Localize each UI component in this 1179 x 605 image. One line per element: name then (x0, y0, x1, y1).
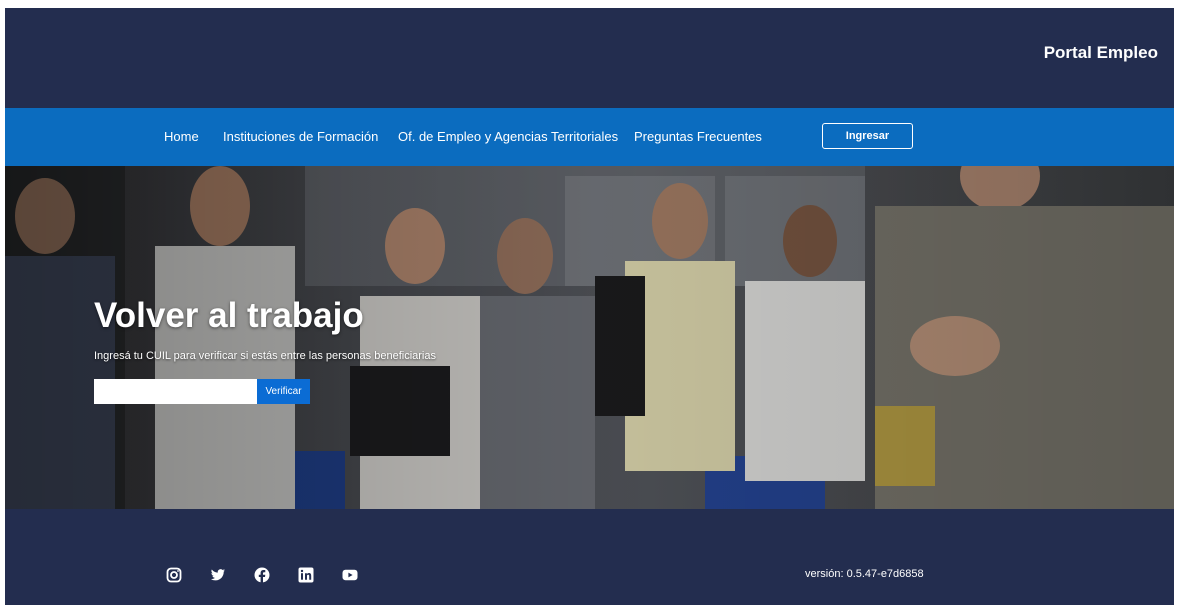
hero-subtitle: Ingresá tu CUIL para verificar si estás … (94, 350, 436, 362)
cuil-input[interactable] (94, 379, 257, 404)
verify-button[interactable]: Verificar (257, 379, 310, 404)
nav-home[interactable]: Home (164, 129, 199, 144)
twitter-icon[interactable] (210, 567, 226, 583)
nav-instituciones[interactable]: Instituciones de Formación (223, 129, 378, 144)
linkedin-icon[interactable] (298, 567, 314, 583)
brand-title[interactable]: Portal Empleo (1044, 43, 1158, 63)
login-button[interactable]: Ingresar (822, 123, 913, 149)
hero-overlay (5, 166, 1174, 509)
instagram-icon[interactable] (166, 567, 182, 583)
hero-title: Volver al trabajo (94, 296, 364, 335)
footer: versión: 0.5.47-e7d6858 (5, 509, 1174, 605)
hero-banner: Volver al trabajo Ingresá tu CUIL para v… (5, 166, 1174, 509)
facebook-icon[interactable] (254, 567, 270, 583)
page-frame: Portal Empleo Home Instituciones de Form… (5, 8, 1174, 605)
nav-oficinas-empleo[interactable]: Of. de Empleo y Agencias Territoriales (398, 129, 618, 144)
nav-preguntas-frecuentes[interactable]: Preguntas Frecuentes (634, 129, 762, 144)
nav-bar: Home Instituciones de Formación Of. de E… (5, 108, 1174, 166)
top-header: Portal Empleo (5, 8, 1174, 108)
version-label: versión: 0.5.47-e7d6858 (805, 568, 924, 580)
youtube-icon[interactable] (342, 567, 358, 583)
